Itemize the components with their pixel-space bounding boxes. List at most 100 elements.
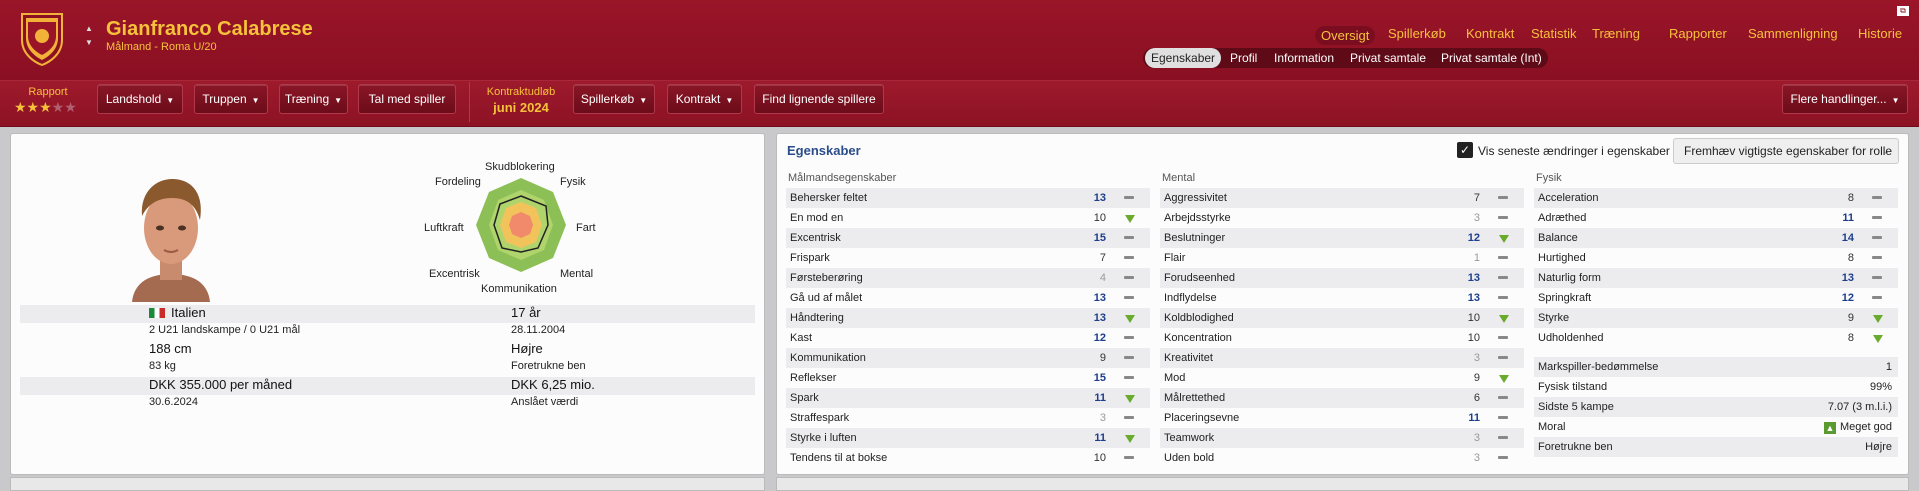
attribute-row[interactable]: Naturlig form 13 [1534,268,1898,288]
attribute-row[interactable]: Reflekser 15 [786,368,1150,388]
attribute-name: Kommunikation [790,352,866,364]
attribute-value: 1 [1473,252,1480,264]
subtab-profil[interactable]: Profil [1230,48,1257,68]
attribute-row[interactable]: Hurtighed 8 [1534,248,1898,268]
attribute-value: 13 [1467,272,1480,284]
attribute-row[interactable]: Flair 1 [1160,248,1524,268]
attribute-row[interactable]: Beslutninger 12 [1160,228,1524,248]
attribute-row[interactable]: Placeringsevne 11 [1160,408,1524,428]
attribute-row[interactable]: Styrke i luften 11 [786,428,1150,448]
attribute-row[interactable]: Kast 12 [786,328,1150,348]
next-player-arrow-icon[interactable]: ▼ [82,36,96,50]
show-changes-checkbox[interactable]: ✓ [1457,142,1473,158]
nav-kontrakt[interactable]: Kontrakt [1466,26,1514,41]
attribute-row[interactable]: Håndtering 13 [786,308,1150,328]
trend-up-icon [1498,232,1510,244]
tal-med-spiller-button[interactable]: Tal med spiller [358,84,456,114]
report-stars[interactable]: ★★★★★ [14,99,77,116]
attribute-name: Beslutninger [1164,232,1226,244]
morale-up-icon: ▲ [1824,422,1837,434]
kontrakt-button[interactable]: Kontrakt ▼ [667,84,742,114]
attribute-name: Spark [790,392,819,404]
subtab-privat-samtale-int[interactable]: Privat samtale (Int) [1441,48,1542,68]
attribute-row[interactable]: Uden bold 3 [1160,448,1524,468]
player-navigation[interactable]: ▲ ▼ [82,22,96,50]
spillerkob-button[interactable]: Spillerkøb ▼ [573,84,655,114]
attribute-name: Forudseenhed [1164,272,1235,284]
nav-sammenligning[interactable]: Sammenligning [1748,26,1838,41]
nav-rapporter[interactable]: Rapporter [1669,26,1727,41]
attribute-row[interactable]: Frispark 7 [786,248,1150,268]
show-changes-label[interactable]: Vis seneste ændringer i egenskaber [1478,144,1670,158]
nav-traening[interactable]: Træning [1592,26,1640,41]
attribute-row[interactable]: Førsteberøring 4 [786,268,1150,288]
trend-flat-icon [1498,292,1510,304]
attribute-row[interactable]: Målrettethed 6 [1160,388,1524,408]
attribute-row[interactable]: Arbejdsstyrke 3 [1160,208,1524,228]
attribute-row[interactable]: Behersker feltet 13 [786,188,1150,208]
trend-flat-icon [1124,412,1136,424]
trend-up-icon [1124,392,1136,404]
landshold-button[interactable]: Landshold ▼ [97,84,183,114]
attribute-name: Uden bold [1164,452,1215,464]
attribute-row[interactable]: Udholdenhed 8 [1534,328,1898,348]
attribute-row[interactable]: Tendens til at bokse 10 [786,448,1150,468]
player-dob: 28.11.2004 [511,324,566,336]
attribute-row[interactable]: Indflydelse 13 [1160,288,1524,308]
window-restore-icon[interactable]: ⧉ [1897,6,1909,16]
attribute-name: Behersker feltet [790,192,868,204]
player-subtitle[interactable]: Målmand - Roma U/20 [106,41,217,53]
attribute-row[interactable]: Aggressivitet 7 [1160,188,1524,208]
attribute-row[interactable]: Springkraft 12 [1534,288,1898,308]
contract-expiry-value: juni 2024 [493,100,549,115]
truppen-button[interactable]: Truppen ▼ [194,84,268,114]
attribute-row[interactable]: Excentrisk 15 [786,228,1150,248]
attribute-row[interactable]: Balance 14 [1534,228,1898,248]
attribute-row[interactable]: Teamwork 3 [1160,428,1524,448]
stat-row: Sidste 5 kampe 7.07 (3 m.l.i.) [1534,397,1898,417]
trend-flat-icon [1872,212,1884,224]
stat-name: Moral [1538,421,1566,433]
attribute-row[interactable]: Styrke 9 [1534,308,1898,328]
subtab-privat-samtale[interactable]: Privat samtale [1350,48,1426,68]
attribute-row[interactable]: Koncentration 10 [1160,328,1524,348]
attribute-name: Placeringsevne [1164,412,1240,424]
attribute-row[interactable]: Koldblodighed 10 [1160,308,1524,328]
more-actions-button[interactable]: Flere handlinger... ▼ [1782,84,1908,114]
attribute-row[interactable]: Mod 9 [1160,368,1524,388]
nav-oversigt[interactable]: Oversigt [1315,26,1376,45]
attribute-row[interactable]: En mod en 10 [786,208,1150,228]
trend-up-icon [1498,372,1510,384]
physical-attributes-list: Acceleration 8 Adræthed 11 Balance 14 Hurtighe… [1534,188,1898,348]
attribute-row[interactable]: Adræthed 11 [1534,208,1898,228]
attribute-row[interactable]: Gå ud af målet 13 [786,288,1150,308]
attribute-row[interactable]: Kreativitet 3 [1160,348,1524,368]
nav-statistik[interactable]: Statistik [1531,26,1577,41]
attribute-row[interactable]: Kommunikation 9 [786,348,1150,368]
radar-label-fordeling: Fordeling [435,176,481,188]
stat-value: ▲ Meget god [1824,421,1892,434]
radar-label-fart: Fart [576,222,596,234]
attribute-row[interactable]: Straffespark 3 [786,408,1150,428]
traening-button[interactable]: Træning ▼ [279,84,348,114]
attribute-name: Indflydelse [1164,292,1217,304]
radar-label-mental: Mental [560,268,594,280]
attribute-row[interactable]: Forudseenhed 13 [1160,268,1524,288]
nav-spillerkob[interactable]: Spillerkøb [1388,26,1446,41]
attribute-value: 4 [1099,272,1106,284]
previous-player-arrow-icon[interactable]: ▲ [82,22,96,36]
radar-label-kommunikation: Kommunikation [481,283,557,295]
nav-historie[interactable]: Historie [1858,26,1902,41]
find-similar-players-button[interactable]: Find lignende spillere [754,84,884,114]
trend-flat-icon [1872,252,1884,264]
attribute-row[interactable]: Acceleration 8 [1534,188,1898,208]
nationality[interactable]: Italien [149,305,206,320]
club-crest-icon[interactable] [18,10,66,67]
attribute-row[interactable]: Spark 11 [786,388,1150,408]
attribute-value: 7 [1473,192,1480,204]
highlight-role-dropdown[interactable]: Fremhæv vigtigste egenskaber for rolle ⌄ [1673,138,1899,164]
subtab-information[interactable]: Information [1274,48,1334,68]
attribute-name: Aggressivitet [1164,192,1227,204]
subtab-egenskaber[interactable]: Egenskaber [1145,48,1222,68]
trend-flat-icon [1498,452,1510,464]
